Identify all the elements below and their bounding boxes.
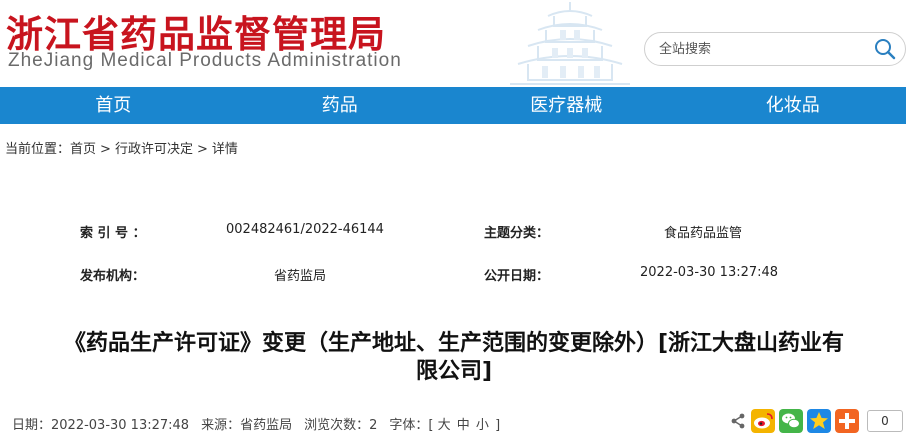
publisher-value: 省药监局 bbox=[274, 269, 327, 284]
article-title: 《药品生产许可证》变更（生产地址、生产范围的变更除外）[浙江大盘山药业有 限公司… bbox=[6, 330, 902, 386]
breadcrumb-separator: > bbox=[100, 142, 111, 157]
weibo-share-icon[interactable] bbox=[751, 409, 775, 433]
font-size-small-link[interactable]: 小 bbox=[476, 418, 489, 433]
nav-item-drugs[interactable]: 药品 bbox=[227, 87, 454, 124]
font-size-medium-link[interactable]: 中 bbox=[457, 418, 470, 433]
site-logo-subtitle: ZheJiang Medical Products Administration bbox=[8, 50, 402, 71]
share-bar: 0 bbox=[729, 409, 903, 433]
article-date: 日期：2022-03-30 13:27:48 bbox=[12, 418, 190, 433]
article-source: 来源：省药监局 bbox=[201, 418, 293, 433]
share-count-badge: 0 bbox=[867, 410, 903, 432]
breadcrumb-separator: > bbox=[196, 142, 208, 157]
publisher-label: 发布机构： bbox=[80, 269, 146, 284]
breadcrumb-item-license-decision[interactable]: 行政许可决定 bbox=[115, 142, 193, 157]
main-nav: 首页 药品 医疗器械 化妆品 bbox=[0, 87, 906, 124]
publish-date-label: 公开日期： bbox=[484, 269, 550, 284]
font-size-large-link[interactable]: 大 bbox=[438, 418, 451, 433]
index-number-value: 002482461/2022-46144 bbox=[226, 222, 384, 237]
article-title-line-2: 限公司] bbox=[415, 359, 493, 384]
font-size-end: ] bbox=[495, 418, 501, 433]
article-views: 浏览次数：2 bbox=[304, 418, 378, 433]
article-title-line-1: 《药品生产许可证》变更（生产地址、生产范围的变更除外）[浙江大盘山药业有 bbox=[63, 331, 845, 356]
pagoda-watermark-icon bbox=[510, 2, 630, 85]
topic-category-value: 食品药品监管 bbox=[664, 226, 743, 241]
search-icon[interactable] bbox=[873, 37, 897, 61]
article-meta: 日期：2022-03-30 13:27:48 来源：省药监局 浏览次数：2 字体：[ … bbox=[12, 414, 500, 433]
breadcrumb-item-detail: 详情 bbox=[211, 142, 238, 157]
nav-item-medical-devices[interactable]: 医疗器械 bbox=[453, 87, 680, 124]
search-input[interactable] bbox=[659, 39, 859, 59]
topic-category-label: 主题分类： bbox=[484, 226, 550, 241]
search-box bbox=[644, 32, 906, 66]
breadcrumb-item-home[interactable]: 首页 bbox=[70, 142, 96, 157]
wechat-share-icon[interactable] bbox=[779, 409, 803, 433]
more-share-plus-icon[interactable] bbox=[835, 409, 859, 433]
share-icon[interactable] bbox=[729, 412, 747, 430]
site-header: 浙江省药品监督管理局 ZheJiang Medical Products Adm… bbox=[0, 0, 906, 86]
nav-item-cosmetics[interactable]: 化妆品 bbox=[680, 87, 906, 124]
nav-item-home[interactable]: 首页 bbox=[0, 87, 227, 124]
qzone-share-icon[interactable] bbox=[807, 409, 831, 433]
breadcrumb-prefix: 当前位置： bbox=[5, 142, 71, 157]
font-size-label: 字体：[ bbox=[389, 418, 434, 433]
index-number-label: 索 引 号 ： bbox=[80, 226, 146, 241]
breadcrumb: 当前位置：首页 > 行政许可决定 > 详情 bbox=[5, 138, 242, 157]
publish-date-value: 2022-03-30 13:27:48 bbox=[640, 265, 779, 280]
